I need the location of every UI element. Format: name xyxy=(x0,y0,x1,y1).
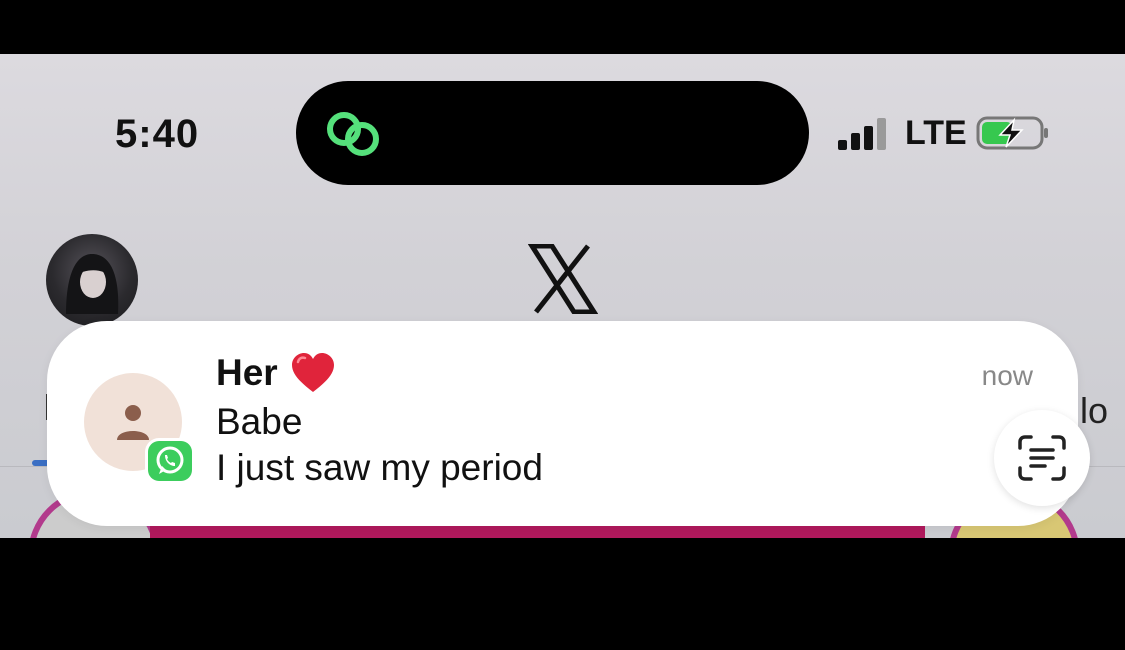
dynamic-island[interactable] xyxy=(296,81,809,185)
person-icon xyxy=(117,405,149,440)
heart-icon xyxy=(291,353,334,392)
live-text-button[interactable] xyxy=(994,410,1090,506)
notification-title: Her xyxy=(216,352,336,394)
link-rings-icon xyxy=(327,112,379,156)
whatsapp-icon xyxy=(148,441,192,481)
profile-avatar[interactable] xyxy=(46,234,138,326)
signal-bars-icon xyxy=(838,118,886,150)
background-banner xyxy=(150,524,925,538)
network-type: LTE xyxy=(905,114,967,152)
notification-message-line1: Babe xyxy=(216,401,303,442)
background-text-fragment: lo xyxy=(1080,390,1109,431)
status-time: 5:40 xyxy=(115,112,200,156)
x-logo-icon[interactable] xyxy=(528,244,598,314)
battery-charging-icon xyxy=(976,116,1048,150)
avatar-illustration-icon xyxy=(66,254,119,314)
notification-time: now xyxy=(981,360,1033,391)
notification-banner[interactable] xyxy=(47,321,1078,526)
notification-message-line2: I just saw my period xyxy=(216,447,543,488)
sender-name: Her xyxy=(216,352,278,393)
live-text-icon xyxy=(1018,435,1066,481)
